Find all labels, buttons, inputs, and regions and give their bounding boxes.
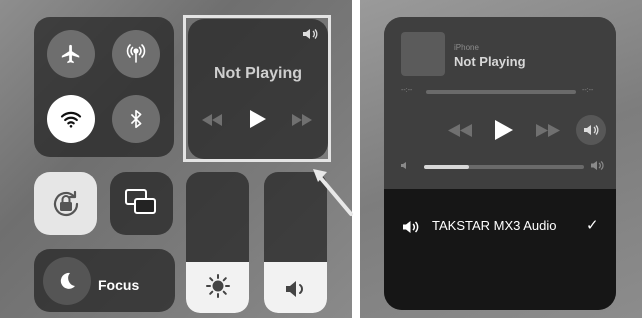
screen-mirroring-tile[interactable] [110,172,173,235]
play-icon[interactable] [495,120,513,140]
elapsed-time: --:-- [401,87,413,94]
output-device-name[interactable]: TAKSTAR MX3 Audio [432,218,557,233]
output-section [384,189,616,310]
progress-bar[interactable] [426,90,576,94]
screen-mirroring-icon [124,187,158,217]
rotation-lock-tile[interactable] [34,172,97,235]
wifi-icon [59,107,83,131]
remaining-time: --:-- [582,87,594,94]
rotation-lock-icon [48,186,84,222]
volume-high-icon [591,160,605,171]
bluetooth-toggle[interactable] [112,95,160,143]
volume-low-icon [401,161,410,170]
audio-output-button[interactable] [576,115,606,145]
brightness-slider[interactable] [186,172,249,313]
output-speaker-icon [402,220,420,234]
speaker-icon [583,123,599,137]
connectivity-tile [34,17,174,157]
track-status: Not Playing [454,54,526,69]
output-selected-checkmark: ✓ [586,217,599,234]
now-playing-highlight [183,15,331,162]
volume-track[interactable] [424,165,584,169]
fast-forward-icon[interactable] [536,124,560,137]
moon-icon [57,271,77,291]
rewind-icon[interactable] [448,124,472,137]
bluetooth-icon [126,108,146,130]
source-label: iPhone [454,43,479,52]
airplane-mode-toggle[interactable] [47,30,95,78]
sun-icon [205,273,231,299]
cellular-data-toggle[interactable] [112,30,160,78]
control-center-panel: Not Playing Focus [0,0,353,318]
volume-level-fill [424,165,469,169]
airplane-icon [60,43,82,65]
focus-tile[interactable]: Focus [34,249,175,312]
expanded-player-card: iPhone Not Playing --:-- --:-- TAKSTAR M… [384,17,616,310]
album-art [401,32,445,76]
focus-label: Focus [98,277,140,293]
speaker-icon [284,279,308,299]
pointer-arrow [313,169,353,216]
focus-icon-circle [43,257,91,305]
wifi-toggle[interactable] [47,95,95,143]
antenna-icon [124,42,148,66]
